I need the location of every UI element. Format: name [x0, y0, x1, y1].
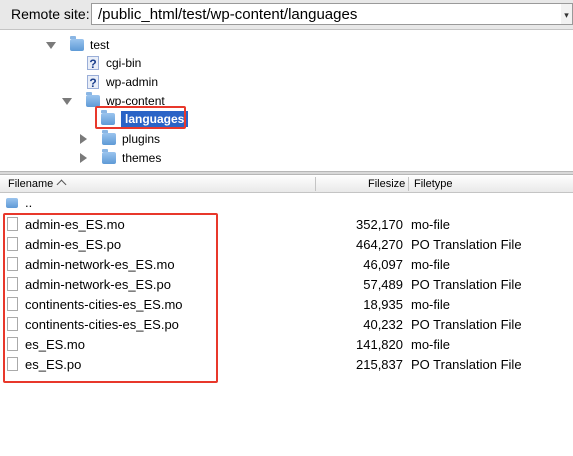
tree-item-wp-admin[interactable]: ? wp-admin [87, 72, 158, 91]
tree-item-label: wp-admin [106, 74, 159, 89]
languages-highlight-box [95, 106, 186, 129]
file-size: 141,820 [356, 337, 403, 352]
question-icon: ? [87, 74, 99, 90]
tree-item-label: themes [122, 150, 162, 165]
column-header-filesize[interactable]: Filesize [368, 178, 405, 190]
tree-item-plugins[interactable]: plugins [78, 129, 160, 148]
directory-tree[interactable]: test ? cgi-bin ? wp-admin wp-content lan… [0, 31, 573, 171]
file-type: mo-file [411, 217, 451, 232]
file-type: PO Translation File [411, 277, 522, 292]
column-divider[interactable] [315, 177, 316, 191]
question-icon: ? [87, 55, 99, 71]
tree-item-label: test [90, 37, 110, 52]
file-size: 40,232 [363, 317, 403, 332]
folder-icon [70, 35, 84, 51]
path-dropdown-button[interactable]: ▾ [561, 3, 573, 25]
column-header-filetype[interactable]: Filetype [414, 178, 453, 190]
folder-icon [6, 198, 18, 208]
folder-icon [102, 148, 116, 164]
file-size: 464,270 [356, 237, 403, 252]
file-type: PO Translation File [411, 237, 522, 252]
expand-triangle-icon[interactable] [46, 40, 56, 50]
tree-item-label: plugins [122, 131, 161, 146]
column-divider[interactable] [408, 177, 409, 191]
tree-item-label: cgi-bin [106, 55, 142, 70]
file-size: 57,489 [363, 277, 403, 292]
file-name: .. [25, 195, 33, 210]
sort-ascending-icon [58, 179, 66, 187]
file-size: 215,837 [356, 357, 403, 372]
file-type: PO Translation File [411, 357, 522, 372]
file-type: mo-file [411, 337, 451, 352]
folder-icon [86, 91, 100, 107]
collapse-triangle-icon[interactable] [78, 133, 88, 144]
tree-item-cgi-bin[interactable]: ? cgi-bin [87, 53, 141, 72]
file-size: 352,170 [356, 217, 403, 232]
files-highlight-box [3, 213, 218, 383]
file-size: 18,935 [363, 297, 403, 312]
parent-directory-row[interactable]: .. [0, 194, 573, 214]
remote-path-input[interactable] [91, 3, 563, 25]
file-type: PO Translation File [411, 317, 522, 332]
file-size: 46,097 [363, 257, 403, 272]
folder-icon [102, 129, 116, 145]
remote-site-bar: Remote site: ▾ [0, 0, 573, 30]
remote-site-label: Remote site: [11, 6, 90, 22]
file-type: mo-file [411, 297, 451, 312]
pane-splitter[interactable] [0, 171, 573, 175]
file-type: mo-file [411, 257, 451, 272]
expand-triangle-icon[interactable] [62, 96, 72, 106]
file-list-header: Filename Filesize Filetype [0, 176, 573, 193]
chevron-down-icon: ▾ [564, 10, 569, 20]
tree-item-test[interactable]: test [46, 35, 109, 54]
tree-item-themes[interactable]: themes [78, 148, 161, 167]
collapse-triangle-icon[interactable] [78, 152, 88, 163]
column-header-label: Filename [8, 178, 54, 190]
column-header-filename[interactable]: Filename [8, 178, 66, 190]
